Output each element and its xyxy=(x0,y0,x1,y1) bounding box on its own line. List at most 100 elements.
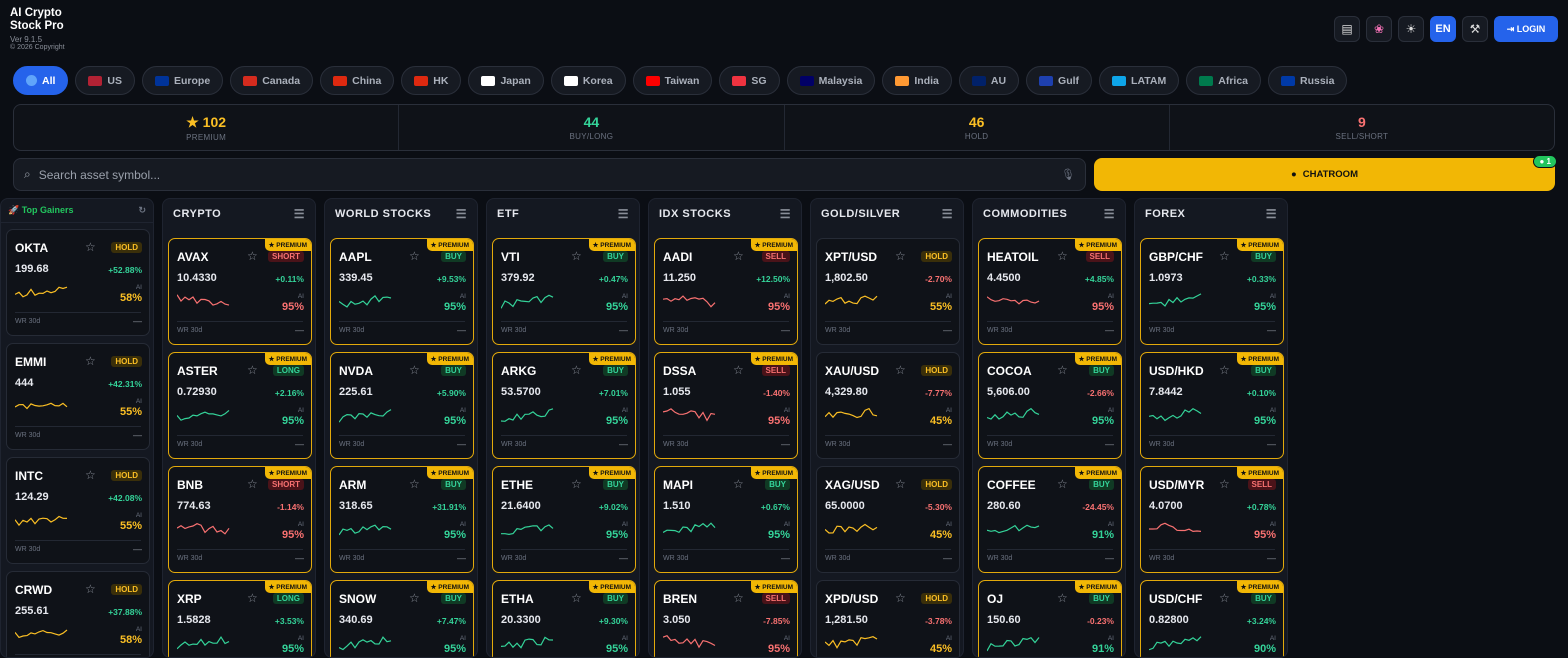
asset-card[interactable]: ★ PREMIUMUSD/CHF☆BUY0.82800+3.24%AI90%WR… xyxy=(1140,580,1284,657)
favorite-star-icon[interactable]: ☆ xyxy=(1057,363,1068,377)
asset-card[interactable]: ★ PREMIUMETHA☆BUY20.3300+9.30%AI95%WR 30… xyxy=(492,580,636,657)
asset-card[interactable]: ★ PREMIUM AVAX ☆ SHORT 10.4330 +0.11% AI 95% WR … xyxy=(168,238,312,345)
favorite-star-icon[interactable]: ☆ xyxy=(895,477,906,491)
asset-card[interactable]: ★ PREMIUM BNB ☆ SHORT 774.63 -1.14% AI 95% WR 30… xyxy=(168,466,312,573)
favorite-star-icon[interactable]: ☆ xyxy=(733,591,744,605)
favorite-star-icon[interactable]: ☆ xyxy=(1219,363,1230,377)
asset-card[interactable]: ★ PREMIUMBREN☆SELL3.050-7.85%AI95%WR 30d… xyxy=(654,580,798,657)
favorite-star-icon[interactable]: ☆ xyxy=(733,363,744,377)
asset-card[interactable]: ★ PREMIUMXRP☆LONG1.5828+3.53%AI95%WR 30d… xyxy=(168,580,312,657)
favorite-star-icon[interactable]: ☆ xyxy=(409,591,420,605)
favorite-star-icon[interactable]: ☆ xyxy=(247,249,258,263)
asset-card[interactable]: OKTA ☆ HOLD 199.68 +52.88% AI 58% WR 30d — xyxy=(6,229,150,336)
search-bar[interactable]: ⌕ 🎙 xyxy=(13,158,1086,191)
menu-icon[interactable]: ☰ xyxy=(1104,207,1115,221)
menu-icon[interactable]: ☰ xyxy=(780,207,791,221)
theme-toggle-icon[interactable]: ☀ xyxy=(1398,16,1424,42)
menu-icon[interactable]: ☰ xyxy=(942,207,953,221)
favorite-star-icon[interactable]: ☆ xyxy=(247,477,258,491)
asset-card[interactable]: ★ PREMIUM DSSA ☆ SELL 1.055 -1.40% AI 95% WR 30d… xyxy=(654,352,798,459)
region-tab-korea[interactable]: Korea xyxy=(550,66,626,95)
menu-icon[interactable]: ☰ xyxy=(456,207,467,221)
microphone-icon[interactable]: 🎙 xyxy=(1061,168,1075,181)
search-input[interactable] xyxy=(38,167,1054,182)
favorite-star-icon[interactable]: ☆ xyxy=(247,363,258,377)
region-tab-malaysia[interactable]: Malaysia xyxy=(786,66,876,95)
favorite-star-icon[interactable]: ☆ xyxy=(571,363,582,377)
asset-card[interactable]: ★ PREMIUM HEATOIL ☆ SELL 4.4500 +4.85% AI 95% WR… xyxy=(978,238,1122,345)
asset-card[interactable]: ★ PREMIUMOJ☆BUY150.60-0.23%AI91%WR 30d— xyxy=(978,580,1122,657)
favorite-star-icon[interactable]: ☆ xyxy=(571,477,582,491)
asset-card[interactable]: ★ PREMIUM MAPI ☆ BUY 1.510 +0.67% AI 95% WR 30d — xyxy=(654,466,798,573)
menu-icon[interactable]: ☰ xyxy=(294,207,305,221)
asset-card[interactable]: XPT/USD ☆ HOLD 1,802.50 -2.70% AI 55% WR 30d — xyxy=(816,238,960,345)
favorite-star-icon[interactable]: ☆ xyxy=(895,591,906,605)
favorite-star-icon[interactable]: ☆ xyxy=(1057,477,1068,491)
region-tab-europe[interactable]: Europe xyxy=(142,66,224,95)
favorite-star-icon[interactable]: ☆ xyxy=(85,468,96,482)
region-tab-au[interactable]: AU xyxy=(958,66,1020,95)
asset-card[interactable]: ★ PREMIUM ARKG ☆ BUY 53.5700 +7.01% AI 95% WR 30… xyxy=(492,352,636,459)
asset-card[interactable]: EMMI ☆ HOLD 444 +42.31% AI 55% WR 30d — xyxy=(6,343,150,450)
favorite-star-icon[interactable]: ☆ xyxy=(409,363,420,377)
region-tab-canada[interactable]: Canada xyxy=(230,66,314,95)
favorite-star-icon[interactable]: ☆ xyxy=(571,591,582,605)
region-tab-sg[interactable]: SG xyxy=(719,66,780,95)
menu-icon[interactable]: ☰ xyxy=(618,207,629,221)
favorite-star-icon[interactable]: ☆ xyxy=(85,354,96,368)
wrench-icon[interactable]: ⚒ xyxy=(1462,16,1488,42)
favorite-star-icon[interactable]: ☆ xyxy=(571,249,582,263)
brain-icon[interactable]: ❀ xyxy=(1366,16,1392,42)
region-tab-taiwan[interactable]: Taiwan xyxy=(632,66,713,95)
favorite-star-icon[interactable]: ☆ xyxy=(85,582,96,596)
region-tab-gulf[interactable]: Gulf xyxy=(1026,66,1093,95)
asset-card[interactable]: ★ PREMIUM USD/HKD ☆ BUY 7.8442 +0.10% AI 95% WR … xyxy=(1140,352,1284,459)
favorite-star-icon[interactable]: ☆ xyxy=(1219,249,1230,263)
news-icon[interactable]: ▤ xyxy=(1334,16,1360,42)
asset-card[interactable]: ★ PREMIUM AAPL ☆ BUY 339.45 +9.53% AI 95% WR 30d… xyxy=(330,238,474,345)
asset-card[interactable]: ★ PREMIUM ASTER ☆ LONG 0.72930 +2.16% AI 95% WR … xyxy=(168,352,312,459)
favorite-star-icon[interactable]: ☆ xyxy=(895,363,906,377)
asset-card[interactable]: ★ PREMIUM COCOA ☆ BUY 5,606.00 -2.66% AI 95% WR … xyxy=(978,352,1122,459)
asset-card[interactable]: XAU/USD ☆ HOLD 4,329.80 -7.77% AI 45% WR 30d — xyxy=(816,352,960,459)
favorite-star-icon[interactable]: ☆ xyxy=(733,477,744,491)
favorite-star-icon[interactable]: ☆ xyxy=(895,249,906,263)
asset-card[interactable]: CRWD☆HOLD255.61+37.88%AI58%WR 30d— xyxy=(6,571,150,657)
top-gainers-title: 🚀 Top Gainers xyxy=(8,205,74,215)
region-tab-us[interactable]: US xyxy=(75,66,136,95)
asset-card[interactable]: ★ PREMIUM ETHE ☆ BUY 21.6400 +9.02% AI 95% WR 30… xyxy=(492,466,636,573)
asset-card[interactable]: ★ PREMIUMSNOW☆BUY340.69+7.47%AI95%WR 30d… xyxy=(330,580,474,657)
region-tab-russia[interactable]: Russia xyxy=(1268,66,1348,95)
asset-card[interactable]: ★ PREMIUM GBP/CHF ☆ BUY 1.0973 +0.33% AI 95% WR … xyxy=(1140,238,1284,345)
favorite-star-icon[interactable]: ☆ xyxy=(1057,249,1068,263)
region-tab-japan[interactable]: Japan xyxy=(468,66,544,95)
chatroom-button[interactable]: ● CHATROOM ● 1 xyxy=(1094,155,1557,191)
refresh-icon[interactable]: ↻ xyxy=(138,205,146,216)
asset-card[interactable]: ★ PREMIUM VTI ☆ BUY 379.92 +0.47% AI 95% WR 30d — xyxy=(492,238,636,345)
region-tab-all[interactable]: All xyxy=(13,66,69,95)
menu-icon[interactable]: ☰ xyxy=(1266,207,1277,221)
asset-card[interactable]: ★ PREMIUM USD/MYR ☆ SELL 4.0700 +0.78% AI 95% WR… xyxy=(1140,466,1284,573)
region-tab-africa[interactable]: Africa xyxy=(1186,66,1261,95)
asset-card[interactable]: XAG/USD ☆ HOLD 65.0000 -5.30% AI 45% WR 30d — xyxy=(816,466,960,573)
asset-card[interactable]: INTC ☆ HOLD 124.29 +42.08% AI 55% WR 30d — xyxy=(6,457,150,564)
region-tab-latam[interactable]: LATAM xyxy=(1099,66,1180,95)
login-button[interactable]: ⇥ LOGIN xyxy=(1494,16,1558,42)
favorite-star-icon[interactable]: ☆ xyxy=(409,249,420,263)
region-tab-china[interactable]: China xyxy=(320,66,395,95)
favorite-star-icon[interactable]: ☆ xyxy=(733,249,744,263)
favorite-star-icon[interactable]: ☆ xyxy=(247,591,258,605)
favorite-star-icon[interactable]: ☆ xyxy=(409,477,420,491)
language-button[interactable]: EN xyxy=(1430,16,1456,42)
region-tab-india[interactable]: India xyxy=(882,66,952,95)
favorite-star-icon[interactable]: ☆ xyxy=(85,240,96,254)
asset-card[interactable]: XPD/USD☆HOLD1,281.50-3.78%AI45%WR 30d— xyxy=(816,580,960,657)
asset-card[interactable]: ★ PREMIUM NVDA ☆ BUY 225.61 +5.90% AI 95% WR 30d… xyxy=(330,352,474,459)
favorite-star-icon[interactable]: ☆ xyxy=(1057,591,1068,605)
favorite-star-icon[interactable]: ☆ xyxy=(1219,591,1230,605)
asset-card[interactable]: ★ PREMIUM AADI ☆ SELL 11.250 +12.50% AI 95% WR 3… xyxy=(654,238,798,345)
asset-card[interactable]: ★ PREMIUM ARM ☆ BUY 318.65 +31.91% AI 95% WR 30d… xyxy=(330,466,474,573)
asset-card[interactable]: ★ PREMIUM COFFEE ☆ BUY 280.60 -24.45% AI 91% WR … xyxy=(978,466,1122,573)
favorite-star-icon[interactable]: ☆ xyxy=(1219,477,1230,491)
region-tab-hk[interactable]: HK xyxy=(401,66,462,95)
